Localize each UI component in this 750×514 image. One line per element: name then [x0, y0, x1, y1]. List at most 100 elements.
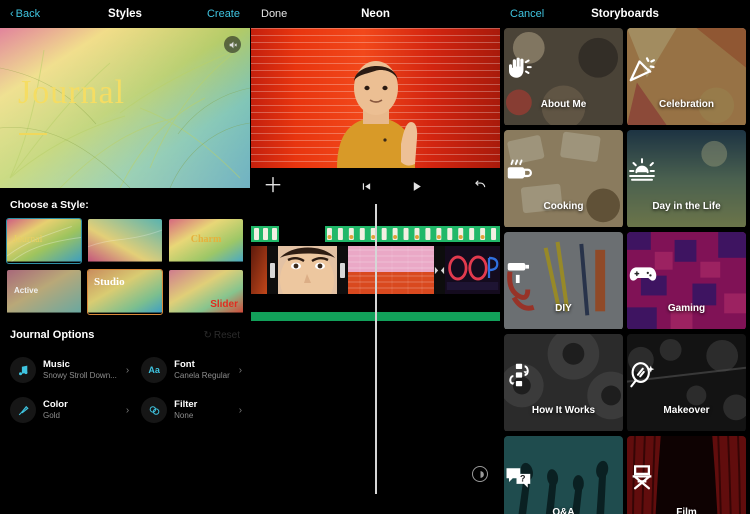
- style-thumb-label: Slider: [210, 299, 238, 310]
- speaker-mute-icon[interactable]: [224, 36, 241, 53]
- undo-button[interactable]: [473, 179, 487, 193]
- choose-style-label: Choose a Style:: [10, 199, 89, 211]
- storyboard-card-about-me[interactable]: About Me: [504, 28, 623, 126]
- option-value: Canela Regular: [174, 370, 230, 380]
- storyboard-card-celebration[interactable]: Celebration: [627, 28, 746, 126]
- style-thumb-studio[interactable]: Studio: [87, 269, 163, 315]
- party-popper-icon: [627, 54, 746, 84]
- timeline[interactable]: [251, 204, 500, 494]
- editor-navbar: Done Neon: [251, 0, 500, 28]
- chevron-right-icon: ›: [238, 364, 243, 376]
- storyboards-navbar: Cancel Storyboards: [500, 0, 750, 28]
- option-row-font[interactable]: Aa Font Canela Regular ›: [137, 353, 248, 387]
- person-figure: [337, 61, 418, 168]
- reset-button[interactable]: ↻ Reset: [203, 330, 240, 341]
- clip-graphic-3[interactable]: [348, 246, 434, 294]
- play-button[interactable]: [410, 180, 423, 193]
- svg-text:?: ?: [520, 474, 526, 484]
- option-value: None: [174, 410, 194, 420]
- storyboards-screen: Cancel Storyboards About Me Celebration …: [500, 0, 750, 514]
- skip-start-button[interactable]: [361, 181, 372, 192]
- clip-video-2[interactable]: [278, 246, 337, 294]
- storyboard-card-film[interactable]: Film: [627, 436, 746, 514]
- storyboard-card-makeover[interactable]: Makeover: [627, 334, 746, 432]
- storyboard-card-how-it-works[interactable]: How It Works: [504, 334, 623, 432]
- option-label: Color: [43, 398, 68, 410]
- preview-underline: [19, 133, 47, 135]
- style-preview[interactable]: Journal: [0, 28, 250, 188]
- storyboard-card-qa[interactable]: ? Q&A: [504, 436, 623, 514]
- strip-segment: [251, 226, 279, 242]
- options-title: Journal Options: [10, 329, 95, 341]
- preview-title: Journal: [18, 74, 126, 111]
- option-label: Filter: [174, 398, 198, 410]
- clip-transition-handle[interactable]: [434, 246, 445, 294]
- card-label: Day in the Life: [652, 201, 721, 212]
- project-title: Neon: [361, 8, 390, 20]
- done-button[interactable]: Done: [261, 8, 287, 20]
- add-media-button[interactable]: ＋: [263, 176, 283, 196]
- video-preview[interactable]: [251, 28, 500, 168]
- create-button[interactable]: Create: [207, 8, 240, 20]
- clip-video-4[interactable]: [445, 246, 500, 294]
- back-button[interactable]: ‹ Back: [10, 8, 40, 20]
- storyboard-card-gaming[interactable]: Gaming: [627, 232, 746, 330]
- card-label: Gaming: [667, 303, 706, 314]
- storyboard-grid: About Me Celebration Cooking Day in the …: [500, 28, 750, 514]
- chevron-right-icon: ›: [125, 404, 130, 416]
- option-row-filter[interactable]: Filter None ›: [137, 393, 248, 427]
- brush-icon: [10, 397, 36, 423]
- style-thumb-label: Studio: [94, 276, 125, 288]
- style-thumbnail-grid: Journal Charm Active Studio Slider: [0, 218, 250, 315]
- storyboard-card-cooking[interactable]: Cooking: [504, 130, 623, 228]
- card-label: About Me: [540, 99, 587, 110]
- gears-flow-icon: [504, 360, 623, 390]
- text-aa-icon: Aa: [141, 357, 168, 383]
- clip-trim-handle[interactable]: [337, 246, 348, 294]
- style-thumb-label: Journal: [13, 234, 43, 245]
- card-label: Film: [676, 507, 697, 514]
- option-value: Gold: [43, 410, 60, 420]
- card-label: Makeover: [663, 405, 710, 416]
- storyboard-card-day-in-the-life[interactable]: Day in the Life: [627, 130, 746, 228]
- question-bubbles-icon: ?: [504, 462, 623, 492]
- option-label: Font: [174, 358, 195, 370]
- director-chair-icon: [627, 462, 746, 492]
- option-label: Music: [43, 358, 70, 370]
- editor-toolbar: ＋: [251, 168, 500, 204]
- style-thumb-label: Charm: [190, 234, 222, 245]
- chevron-left-icon: ‹: [10, 8, 14, 20]
- reset-icon: ↻: [203, 329, 212, 341]
- style-thumb-charm[interactable]: Charm: [168, 218, 244, 264]
- chevron-right-icon: ›: [125, 364, 130, 376]
- clip-thumb: [348, 246, 434, 294]
- style-thumb-slider[interactable]: Slider: [168, 269, 244, 315]
- style-thumb-active[interactable]: Active: [6, 269, 82, 315]
- three-phone-screens: ‹ Back Styles Create Journal Choose a St…: [0, 0, 750, 514]
- style-thumb-2[interactable]: [87, 218, 163, 264]
- waving-hands-icon: [504, 54, 623, 84]
- styles-navbar: ‹ Back Styles Create: [0, 0, 250, 28]
- style-thumb-journal[interactable]: Journal: [6, 218, 82, 264]
- hand-mirror-icon: [627, 360, 746, 390]
- card-label: DIY: [555, 303, 572, 314]
- clip-video-1[interactable]: [251, 246, 267, 294]
- clip-thumb: [251, 246, 267, 294]
- option-row-music[interactable]: Music Snowy Stroll Down... ›: [6, 353, 135, 387]
- editor-screen: Done Neon ＋: [250, 0, 500, 514]
- transition-icon: [434, 266, 445, 274]
- settings-gear-icon[interactable]: [472, 466, 488, 482]
- styles-screen: ‹ Back Styles Create Journal Choose a St…: [0, 0, 250, 514]
- storyboard-card-diy[interactable]: DIY: [504, 232, 623, 330]
- sunrise-icon: [627, 156, 746, 186]
- filter-icon: [141, 397, 168, 423]
- option-row-color[interactable]: Color Gold ›: [6, 393, 135, 427]
- card-label: How It Works: [531, 405, 596, 416]
- cancel-button[interactable]: Cancel: [510, 8, 544, 20]
- clip-trim-handle[interactable]: [267, 246, 278, 294]
- options-grid: Music Snowy Stroll Down... › Aa Font Can…: [0, 349, 250, 431]
- paint-roller-icon: [504, 258, 623, 288]
- playhead[interactable]: [375, 204, 377, 494]
- strip-segment: [325, 226, 500, 242]
- chevron-right-icon: ›: [238, 404, 243, 416]
